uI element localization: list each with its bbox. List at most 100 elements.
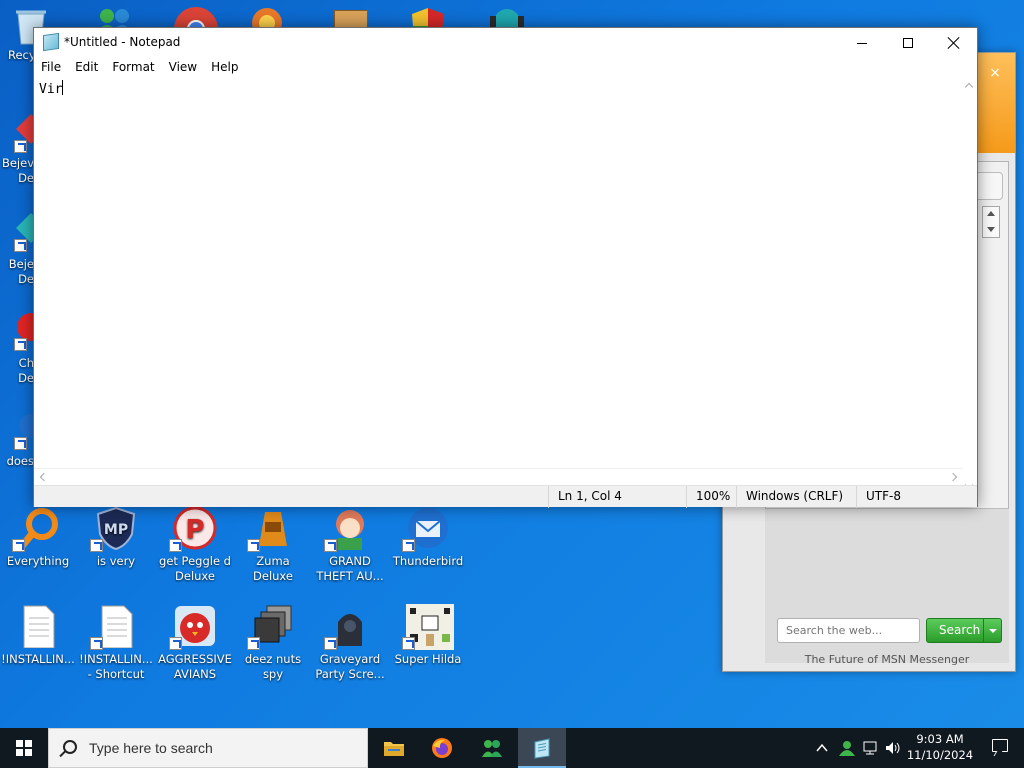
shortcut-arrow-icon xyxy=(14,140,27,153)
app-icon[interactable] xyxy=(250,6,284,28)
taskbar-notepad[interactable] xyxy=(518,728,566,768)
game-character-icon[interactable] xyxy=(484,6,530,28)
text-editor-area[interactable]: Vir xyxy=(35,78,963,495)
desktop-icon-chuzzle[interactable]: Ch De xyxy=(0,306,45,386)
status-cursor-position: Ln 1, Col 4 xyxy=(548,486,686,508)
notepad-window[interactable]: *Untitled - Notepad File Edit Format Vie… xyxy=(33,27,978,508)
desktop-icon-installing[interactable]: !INSTALLIN... xyxy=(0,604,76,667)
text-file-icon xyxy=(90,604,138,650)
windows-logo-icon xyxy=(16,740,32,756)
close-button[interactable] xyxy=(931,28,977,58)
menu-file[interactable]: File xyxy=(34,58,68,78)
installing-label: !INSTALLIN... xyxy=(1,652,75,666)
graveyard-icon xyxy=(324,604,372,650)
desktop-icon-super-hilda[interactable]: Super Hilda xyxy=(390,604,466,667)
text-file-icon xyxy=(16,604,60,649)
shortcut-arrow-icon xyxy=(324,637,337,650)
zuma-icon xyxy=(247,506,295,552)
desktop-icon-installing-shortcut[interactable]: !INSTALLIN... - Shortcut xyxy=(78,604,154,682)
minimize-icon xyxy=(857,42,867,44)
desktop-icon-gta[interactable]: GRAND THEFT AU... xyxy=(312,506,388,584)
desktop-icon-is-very[interactable]: MP is very xyxy=(78,506,154,569)
taskbar-msn-messenger[interactable] xyxy=(468,728,516,768)
network-icon[interactable] xyxy=(862,740,880,756)
svg-text:P: P xyxy=(185,515,204,545)
desktop-icon-graveyard[interactable]: Graveyard Party Scre... xyxy=(312,604,388,682)
msn-scroll-up-button[interactable] xyxy=(982,206,1000,238)
status-encoding: UTF-8 xyxy=(856,486,978,508)
thunderbird-icon xyxy=(402,506,450,552)
taskbar: Type here to search 9:03 AM 11/10/2024 xyxy=(0,728,1024,768)
start-button[interactable] xyxy=(0,728,48,768)
desktop-icon-peggle[interactable]: P get Peggle d Deluxe xyxy=(157,506,233,584)
thunderbird-label: Thunderbird xyxy=(392,554,464,568)
scroll-up-icon[interactable] xyxy=(965,82,974,91)
taskbar-file-explorer[interactable] xyxy=(370,728,418,768)
shortcut-arrow-icon xyxy=(14,437,27,450)
volume-icon[interactable] xyxy=(884,740,902,756)
system-clock[interactable]: 9:03 AM 11/10/2024 xyxy=(905,731,975,763)
maximize-icon xyxy=(903,38,913,48)
app-icon[interactable] xyxy=(334,10,368,28)
desktop-icon-zuma[interactable]: Zuma Deluxe xyxy=(235,506,311,584)
msn-search-input[interactable] xyxy=(777,618,920,643)
editor-content: Vir xyxy=(39,82,63,97)
status-bar: Ln 1, Col 4 100% Windows (CRLF) UTF-8 xyxy=(34,485,978,508)
gta-label: GRAND THEFT AU... xyxy=(316,554,384,583)
notification-icon xyxy=(992,739,1008,752)
taskbar-search-placeholder: Type here to search xyxy=(89,740,213,756)
menu-view[interactable]: View xyxy=(162,58,204,78)
notepad-titlebar[interactable]: *Untitled - Notepad xyxy=(34,28,977,58)
shortcut-arrow-icon xyxy=(247,637,260,650)
maximize-button[interactable] xyxy=(885,28,931,58)
installing-shortcut-label: !INSTALLIN... - Shortcut xyxy=(79,652,153,681)
menu-edit[interactable]: Edit xyxy=(68,58,105,78)
msn-close-button[interactable]: × xyxy=(985,63,1005,83)
taskbar-firefox[interactable] xyxy=(418,728,466,768)
shortcut-arrow-icon xyxy=(14,239,27,252)
zuma-label: Zuma Deluxe xyxy=(253,554,293,583)
security-shield-icon[interactable] xyxy=(408,6,448,28)
is-very-label: is very xyxy=(96,554,136,568)
notepad-icon xyxy=(43,32,59,52)
desktop-icon-does[interactable]: does xyxy=(0,405,43,475)
shortcut-arrow-icon xyxy=(90,539,103,552)
bejeweled-1-label: Bejev De xyxy=(1,156,34,185)
menu-help[interactable]: Help xyxy=(204,58,245,78)
notification-center-button[interactable] xyxy=(980,728,1020,768)
shortcut-arrow-icon xyxy=(169,539,182,552)
editor-text: Vir xyxy=(39,80,64,99)
menu-bar: File Edit Format View Help xyxy=(34,58,977,78)
chevron-down-icon[interactable] xyxy=(983,619,1001,642)
anime-character-icon xyxy=(324,506,372,552)
everything-search-icon xyxy=(12,506,60,552)
status-zoom: 100% xyxy=(686,486,736,508)
desktop-icon-bejeweled-2[interactable]: Beje De xyxy=(0,207,46,287)
msn-search-button[interactable]: Search xyxy=(926,618,1002,643)
desktop-icon-bejeweled-1[interactable]: Bejev De xyxy=(0,108,46,188)
desktop-icon-aggressive-avians[interactable]: AGGRESSIVE AVIANS xyxy=(157,604,233,682)
taskbar-search-box[interactable]: Type here to search xyxy=(48,728,368,768)
angry-birds-icon xyxy=(169,604,217,650)
desktop-icon-everything[interactable]: Everything xyxy=(0,506,76,569)
msn-tray-icon[interactable] xyxy=(838,740,856,756)
shortcut-arrow-icon xyxy=(14,338,27,351)
clock-date: 11/10/2024 xyxy=(906,748,974,762)
shortcut-arrow-icon xyxy=(12,539,25,552)
desktop-icon-deez-nuts-spy[interactable]: deez nuts spy xyxy=(235,604,311,682)
scroll-right-icon[interactable] xyxy=(950,473,959,482)
minimize-button[interactable] xyxy=(839,28,885,58)
shortcut-arrow-icon xyxy=(90,637,103,650)
shortcut-arrow-icon xyxy=(402,539,415,552)
chevron-up-icon[interactable] xyxy=(815,740,829,756)
menu-format[interactable]: Format xyxy=(105,58,161,78)
vertical-scrollbar[interactable] xyxy=(962,78,977,495)
peggle-icon: P xyxy=(169,506,217,552)
status-line-endings: Windows (CRLF) xyxy=(736,486,856,508)
aggressive-avians-label: AGGRESSIVE AVIANS xyxy=(158,652,232,681)
chrome-icon[interactable] xyxy=(173,6,219,28)
desktop-icon-thunderbird[interactable]: Thunderbird xyxy=(390,506,466,569)
scroll-left-icon[interactable] xyxy=(38,473,47,482)
shortcut-arrow-icon xyxy=(324,539,337,552)
horizontal-scrollbar[interactable] xyxy=(34,468,963,484)
